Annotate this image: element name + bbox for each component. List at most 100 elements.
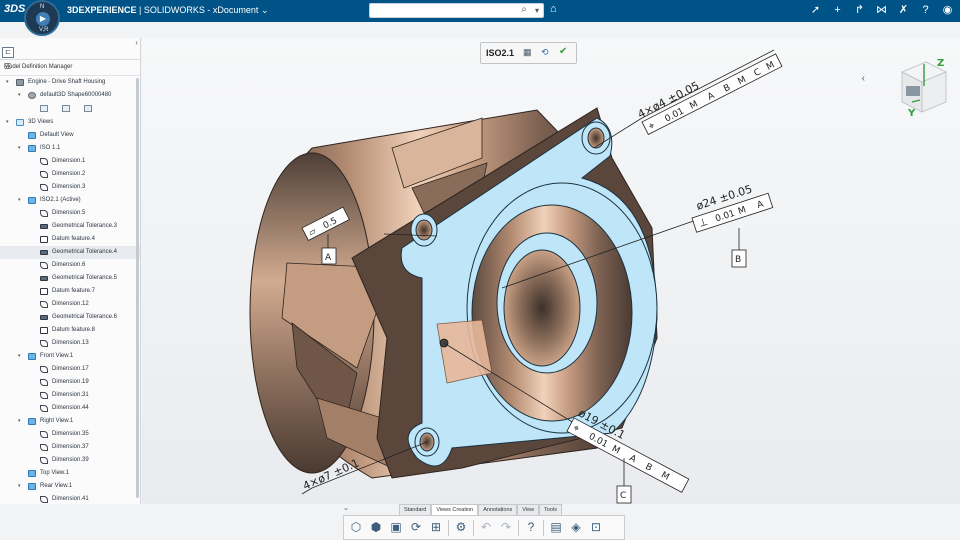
representation-icon[interactable] bbox=[62, 105, 70, 112]
tree-node[interactable]: ▾ Engine - Drive Shaft Housing bbox=[0, 76, 140, 89]
tree-node[interactable]: Dimension.17 bbox=[0, 363, 140, 376]
tree-node[interactable]: Dimension.3 bbox=[0, 181, 140, 194]
view-settings-icon[interactable]: ▦ bbox=[523, 47, 532, 58]
tree-node[interactable]: ▾ Front View.1 bbox=[0, 350, 140, 363]
capture-icon[interactable]: ⬢ bbox=[366, 518, 386, 537]
view-cube[interactable]: Z Y bbox=[892, 58, 950, 120]
search-dropdown-icon[interactable]: ▾ bbox=[535, 4, 539, 18]
panel-scrollbar[interactable] bbox=[136, 78, 139, 498]
tree-node[interactable]: ▾ Rear View.1 bbox=[0, 480, 140, 493]
search-input[interactable] bbox=[373, 8, 513, 21]
representation-icon[interactable] bbox=[84, 105, 92, 112]
tab-view[interactable]: View bbox=[517, 504, 540, 515]
tree-node[interactable]: Dimension.41 bbox=[0, 493, 140, 506]
expand-toggle-icon[interactable]: ▾ bbox=[18, 480, 21, 493]
toolbar-divider bbox=[518, 519, 519, 536]
share-pointer-icon[interactable]: ➚ bbox=[809, 2, 822, 19]
tree-node[interactable]: ▾ 3D Views bbox=[0, 116, 140, 129]
tree-node[interactable]: Dimension.2 bbox=[0, 168, 140, 181]
tree-node[interactable]: Default View bbox=[0, 129, 140, 142]
update-icon[interactable]: ⟳ bbox=[406, 518, 426, 537]
fit-icon[interactable]: ⊡ bbox=[586, 518, 606, 537]
expand-toggle-icon[interactable]: ▾ bbox=[6, 116, 9, 129]
cube-icon[interactable]: ◈ bbox=[566, 518, 586, 537]
expand-toggle-icon[interactable]: ▾ bbox=[18, 350, 21, 363]
model-canvas[interactable]: 4×ø4 ±0.05 ⌖ 0.01 M A B M C M ▱ 0.5 A ø2… bbox=[142, 38, 960, 504]
tree-node[interactable]: ▾ ISO 1.1 bbox=[0, 142, 140, 155]
network-icon[interactable]: ⋈ bbox=[875, 2, 888, 19]
user-icon[interactable]: ◉ bbox=[941, 2, 954, 19]
collapse-panel-icon[interactable]: ‹ bbox=[135, 38, 138, 47]
undo-icon[interactable]: ↶ bbox=[476, 518, 496, 537]
expand-toolbar-icon[interactable]: ⌄ bbox=[343, 504, 349, 512]
tag-icon[interactable]: ⌂ bbox=[550, 3, 557, 15]
tree-node-label: Dimension.3 bbox=[52, 184, 86, 190]
tree-node[interactable]: ▾ ISO2.1 (Active) bbox=[0, 194, 140, 207]
tools-icon[interactable]: ✗ bbox=[897, 2, 910, 19]
tree-node[interactable]: ▾ default3D Shape60000480 bbox=[0, 89, 140, 102]
tab-standard[interactable]: Standard bbox=[399, 504, 432, 515]
tree-node[interactable]: Dimension.37 bbox=[0, 441, 140, 454]
expand-toggle-icon[interactable]: ▾ bbox=[18, 415, 21, 428]
tree-node[interactable]: Dimension.31 bbox=[0, 389, 140, 402]
tree-node[interactable]: Dimension.12 bbox=[0, 298, 140, 311]
chevron-down-icon[interactable]: ⌄ bbox=[261, 5, 269, 15]
redo-icon[interactable]: ↷ bbox=[496, 518, 516, 537]
tab-tools[interactable]: Tools bbox=[539, 504, 562, 515]
tree-node[interactable]: Dimension.6 bbox=[0, 259, 140, 272]
compass[interactable]: N ▶ V,R bbox=[24, 0, 60, 36]
tree-node-label: Dimension.5 bbox=[52, 210, 86, 216]
tree-node[interactable]: Dimension.1 bbox=[0, 155, 140, 168]
tree-node[interactable]: Datum feature.4 bbox=[0, 233, 140, 246]
play-icon[interactable]: ▶ bbox=[36, 12, 50, 26]
tree-node[interactable]: Dimension.39 bbox=[0, 454, 140, 467]
tree-node-label: Top View.1 bbox=[40, 470, 69, 476]
toolbar-commands: ⬡ ⬢ ▣ ⟳ ⊞ ⚙ ↶ ↷ ? ▤ ◈ ⊡ bbox=[343, 515, 625, 540]
settings-icon[interactable]: ⚙ bbox=[451, 518, 471, 537]
tree-node[interactable]: Top View.1 bbox=[0, 467, 140, 480]
view-icon[interactable]: ⬡ bbox=[346, 518, 366, 537]
display-icon[interactable]: ▤ bbox=[546, 518, 566, 537]
tree-node[interactable]: Geometrical Tolerance.5 bbox=[0, 272, 140, 285]
tab-views-creation[interactable]: Views Creation bbox=[431, 504, 479, 515]
help-icon[interactable]: ? bbox=[521, 518, 541, 537]
annotation-icon[interactable]: ⊞ bbox=[426, 518, 446, 537]
save-icon[interactable]: ▣ bbox=[386, 518, 406, 537]
datum-c-label[interactable]: C bbox=[620, 491, 626, 501]
tree-node-label: Dimension.31 bbox=[52, 392, 89, 398]
expand-toggle-icon[interactable]: ▾ bbox=[18, 142, 21, 155]
tree-node[interactable]: Datum feature.7 bbox=[0, 285, 140, 298]
tree-node[interactable]: Dimension.44 bbox=[0, 402, 140, 415]
tree-node[interactable]: Dimension.35 bbox=[0, 428, 140, 441]
chevron-left-icon[interactable]: ‹ bbox=[862, 73, 865, 84]
view-update-icon[interactable]: ⟲ bbox=[541, 47, 549, 58]
datum-a-label[interactable]: A bbox=[325, 253, 332, 263]
check-icon[interactable]: ✔ bbox=[559, 46, 567, 57]
tree-node[interactable]: Geometrical Tolerance.6 bbox=[0, 311, 140, 324]
3d-viewport[interactable]: 4×ø4 ±0.05 ⌖ 0.01 M A B M C M ▱ 0.5 A ø2… bbox=[142, 38, 960, 504]
tree-icon[interactable]: ⊏ bbox=[2, 47, 14, 58]
tree-node[interactable]: Dimension.5 bbox=[0, 207, 140, 220]
tree-node[interactable]: Geometrical Tolerance.4 bbox=[0, 246, 140, 259]
expand-toggle-icon[interactable]: ▾ bbox=[18, 89, 21, 102]
tree-node-label: Datum feature.8 bbox=[52, 327, 96, 333]
add-icon[interactable]: + bbox=[831, 2, 844, 19]
app-title[interactable]: 3DEXPERIENCE | SOLIDWORKS - xDocument ⌄ bbox=[67, 5, 269, 16]
expand-toggle-icon[interactable]: ▾ bbox=[6, 76, 9, 89]
tree-node[interactable]: Dimension.13 bbox=[0, 337, 140, 350]
help-icon[interactable]: ? bbox=[919, 2, 932, 19]
share-arrow-icon[interactable]: ↱ bbox=[853, 2, 866, 19]
tree-node[interactable]: Dimension.19 bbox=[0, 376, 140, 389]
datum-b-label[interactable]: B bbox=[735, 255, 741, 265]
search-bar[interactable]: ⌕ ▾ bbox=[369, 3, 544, 21]
active-view-badge[interactable]: ISO2.1 ▦ ⟲ ✔ bbox=[480, 42, 577, 64]
tree-node[interactable]: Geometrical Tolerance.3 bbox=[0, 220, 140, 233]
tree-node[interactable]: ▾ Right View.1 bbox=[0, 415, 140, 428]
expand-toggle-icon[interactable]: ▾ bbox=[18, 194, 21, 207]
representation-icon[interactable] bbox=[40, 105, 48, 112]
ds-logo[interactable]: 3DS bbox=[4, 3, 25, 15]
search-icon[interactable]: ⌕ bbox=[521, 4, 527, 15]
tab-annotations[interactable]: Annotations bbox=[478, 504, 518, 515]
tree-node[interactable]: Datum feature.8 bbox=[0, 324, 140, 337]
menu-icon[interactable]: ☰ bbox=[4, 62, 134, 71]
